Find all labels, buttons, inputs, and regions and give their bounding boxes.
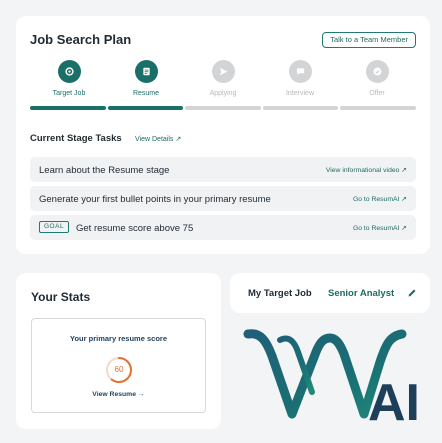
step-label: Resume <box>132 90 160 97</box>
view-resume-link[interactable]: View Resume → <box>32 391 205 398</box>
view-informational-video-link[interactable]: View informational video ↗ <box>326 166 407 174</box>
progress-segment <box>107 106 184 110</box>
pencil-icon[interactable] <box>407 288 417 298</box>
stats-title: Your Stats <box>31 290 91 304</box>
document-icon <box>134 60 158 83</box>
target-job-card: My Target Job Senior Analyst <box>230 273 430 313</box>
progress-segment <box>185 106 261 110</box>
check-badge-icon <box>365 60 389 83</box>
stage-progress-bar <box>30 106 416 110</box>
step-target-job[interactable]: Target Job <box>30 60 108 97</box>
go-to-resumai-link[interactable]: Go to ResumAI ↗ <box>353 224 407 232</box>
your-stats-card: Your Stats Your primary resume score 60 … <box>16 273 221 429</box>
step-label: Offer <box>369 90 385 97</box>
resume-score-label: Your primary resume score <box>70 334 167 343</box>
step-offer[interactable]: Offer <box>338 60 416 97</box>
job-search-plan-card: Job Search Plan Talk to a Team Member Ta… <box>16 16 430 254</box>
task-text: Generate your first bullet points in you… <box>39 194 271 205</box>
target-icon <box>57 60 81 83</box>
target-job-title: My Target Job <box>248 288 312 299</box>
wai-logo: AI <box>243 329 420 432</box>
chat-icon <box>288 60 312 83</box>
task-text: Learn about the Resume stage <box>39 165 170 176</box>
step-label: Applying <box>209 90 237 97</box>
target-job-value: Senior Analyst <box>328 288 395 299</box>
resume-score-box: Your primary resume score 60 View Resume… <box>31 318 206 413</box>
task-row: Generate your first bullet points in you… <box>30 186 416 211</box>
current-stage-tasks-heading: Current Stage Tasks <box>30 133 122 144</box>
goal-badge: GOAL <box>39 221 70 233</box>
resume-score-value: 60 <box>114 365 124 374</box>
step-interview[interactable]: Interview <box>261 60 339 97</box>
progress-segment <box>340 106 416 110</box>
task-row: GOAL Get resume score above 75 Go to Res… <box>30 215 416 240</box>
stage-stepper: Target Job Resume Applying Interview Off… <box>30 60 416 112</box>
task-row: Learn about the Resume stage View inform… <box>30 157 416 182</box>
view-details-link[interactable]: View Details ↗ <box>135 135 181 143</box>
talk-to-team-member-button[interactable]: Talk to a Team Member <box>322 32 416 48</box>
go-to-resumai-link[interactable]: Go to ResumAI ↗ <box>353 195 407 203</box>
plan-title: Job Search Plan <box>30 32 132 47</box>
step-resume[interactable]: Resume <box>107 60 185 97</box>
step-label: Interview <box>285 90 314 97</box>
step-applying[interactable]: Applying <box>184 60 262 97</box>
logo-text: AI <box>368 374 420 432</box>
task-text: Get resume score above 75 <box>76 223 194 234</box>
step-label: Target Job <box>52 90 86 97</box>
progress-segment <box>30 106 106 110</box>
send-icon <box>211 60 235 83</box>
progress-segment <box>262 106 339 110</box>
